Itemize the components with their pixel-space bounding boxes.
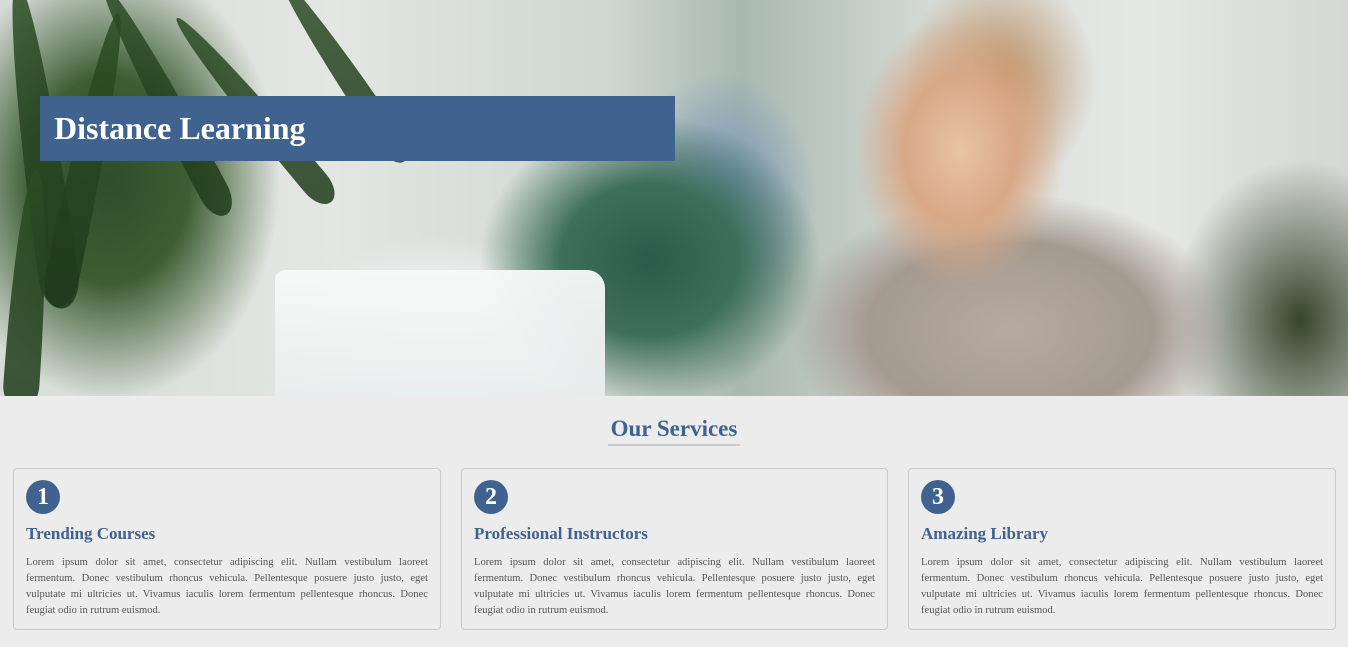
service-number-badge: 2 (474, 480, 508, 514)
service-title: Professional Instructors (474, 524, 648, 543)
service-card: 2 Professional Instructors Lorem ipsum d… (461, 468, 888, 630)
service-description: Lorem ipsum dolor sit amet, consectetur … (921, 557, 1323, 616)
services-section: Our Services 1 Trending Courses Lorem ip… (0, 396, 1348, 647)
services-heading: Our Services (607, 416, 741, 446)
hero-title-box: Distance Learning (40, 96, 675, 161)
service-number-badge: 3 (921, 480, 955, 514)
service-description: Lorem ipsum dolor sit amet, consectetur … (26, 557, 428, 616)
service-number-badge: 1 (26, 480, 60, 514)
service-description: Lorem ipsum dolor sit amet, consectetur … (474, 557, 875, 616)
service-card: 3 Amazing Library Lorem ipsum dolor sit … (908, 468, 1336, 630)
service-title: Trending Courses (26, 524, 156, 543)
services-heading-wrap: Our Services (0, 416, 1348, 446)
hero-title: Distance Learning (54, 110, 306, 146)
laptop-image (275, 270, 605, 396)
service-title: Amazing Library (921, 524, 1049, 543)
service-card: 1 Trending Courses Lorem ipsum dolor sit… (13, 468, 441, 630)
hero-banner: Distance Learning (0, 0, 1348, 396)
